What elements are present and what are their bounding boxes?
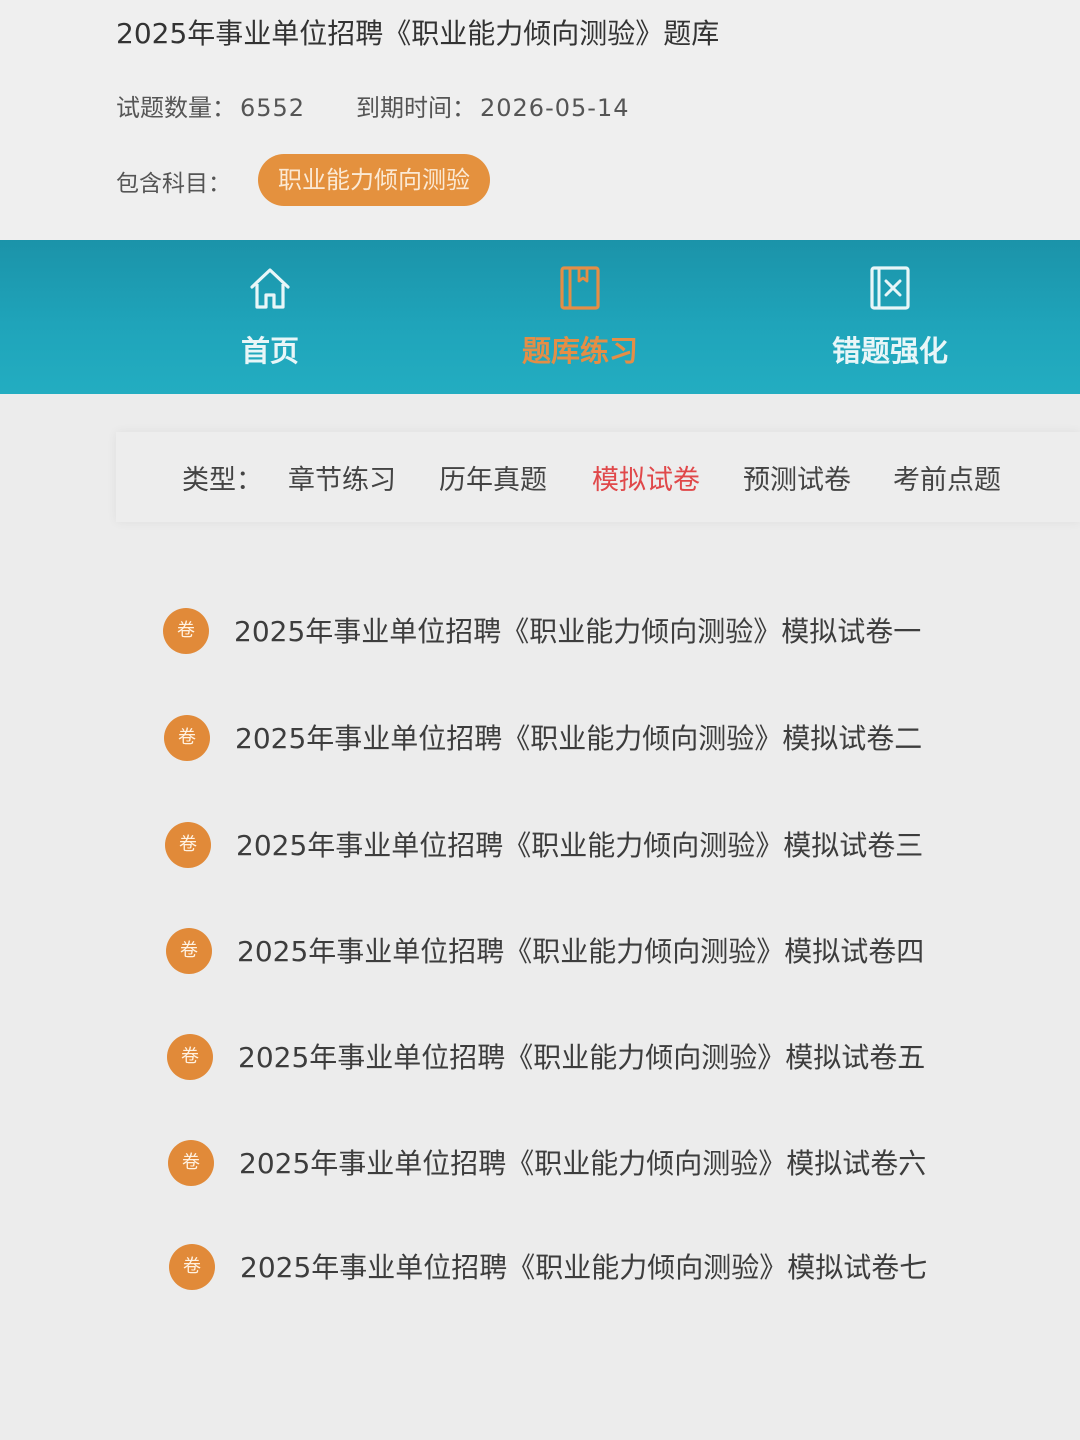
question-bank-info: 2025年事业单位招聘《职业能力倾向测验》题库 试题数量： 6552 到期时间： 2…	[0, 0, 1080, 240]
expire-date-value: 2026-05-14	[480, 94, 630, 122]
filter-predicted-papers[interactable]: 预测试卷	[743, 458, 851, 497]
paper-title: 2025年事业单位招聘《职业能力倾向测验》模拟试卷四	[237, 935, 925, 968]
paper-badge-icon: 卷	[166, 928, 212, 974]
expire-date: 到期时间： 2026-05-14	[356, 88, 629, 123]
list-item[interactable]: 卷 2025年事业单位招聘《职业能力倾向测验》模拟试卷三	[0, 814, 1080, 874]
type-filter-bar: 类型： 章节练习 历年真题 模拟试卷 预测试卷 考前点题	[116, 432, 1080, 522]
page-title: 2025年事业单位招聘《职业能力倾向测验》题库	[116, 17, 720, 50]
wrong-book-icon	[870, 266, 910, 310]
paper-badge-icon: 卷	[164, 715, 210, 761]
paper-title: 2025年事业单位招聘《职业能力倾向测验》模拟试卷六	[239, 1147, 927, 1180]
paper-badge-icon: 卷	[163, 608, 209, 654]
question-count: 试题数量： 6552	[116, 88, 305, 123]
main-nav: 首页 题库练习 错题强化	[0, 240, 1080, 394]
filter-pre-exam-tips[interactable]: 考前点题	[893, 458, 1001, 497]
type-filter-label: 类型：	[182, 465, 263, 496]
paper-title: 2025年事业单位招聘《职业能力倾向测验》模拟试卷五	[238, 1041, 926, 1074]
page: 2025年事业单位招聘《职业能力倾向测验》题库 试题数量： 6552 到期时间： 2…	[0, 0, 1080, 1440]
paper-badge-icon: 卷	[169, 1244, 215, 1290]
list-item[interactable]: 卷 2025年事业单位招聘《职业能力倾向测验》模拟试卷二	[0, 707, 1080, 767]
subject-label: 包含科目：	[116, 171, 231, 197]
nav-item-home[interactable]: 首页	[160, 240, 380, 394]
nav-item-question-bank[interactable]: 题库练习	[470, 240, 690, 394]
filter-chapter-practice[interactable]: 章节练习	[288, 458, 396, 497]
nav-item-label: 首页	[240, 334, 299, 368]
expire-date-label: 到期时间：	[356, 94, 476, 122]
home-icon	[250, 268, 290, 309]
list-item[interactable]: 卷 2025年事业单位招聘《职业能力倾向测验》模拟试卷四	[0, 920, 1080, 980]
list-item[interactable]: 卷 2025年事业单位招聘《职业能力倾向测验》模拟试卷一	[0, 600, 1080, 660]
paper-badge-icon: 卷	[165, 822, 211, 868]
paper-badge-icon: 卷	[168, 1140, 214, 1186]
paper-title: 2025年事业单位招聘《职业能力倾向测验》模拟试卷三	[236, 829, 924, 862]
list-item[interactable]: 卷 2025年事业单位招聘《职业能力倾向测验》模拟试卷六	[0, 1132, 1080, 1192]
question-count-value: 6552	[240, 94, 306, 122]
nav-item-label: 错题强化	[831, 334, 948, 368]
filter-mock-papers[interactable]: 模拟试卷	[592, 458, 700, 497]
paper-badge-icon: 卷	[167, 1034, 213, 1080]
nav-item-label: 题库练习	[521, 334, 638, 368]
paper-title: 2025年事业单位招聘《职业能力倾向测验》模拟试卷二	[235, 722, 923, 755]
list-item[interactable]: 卷 2025年事业单位招聘《职业能力倾向测验》模拟试卷五	[0, 1026, 1080, 1086]
paper-title: 2025年事业单位招聘《职业能力倾向测验》模拟试卷七	[240, 1251, 928, 1284]
book-icon	[560, 266, 600, 310]
filter-past-exams[interactable]: 历年真题	[439, 458, 547, 497]
nav-item-wrong-questions[interactable]: 错题强化	[780, 240, 1000, 394]
list-item[interactable]: 卷 2025年事业单位招聘《职业能力倾向测验》模拟试卷七	[0, 1236, 1080, 1296]
paper-title: 2025年事业单位招聘《职业能力倾向测验》模拟试卷一	[234, 615, 922, 648]
question-count-label: 试题数量：	[116, 94, 236, 122]
subject-tag[interactable]: 职业能力倾向测验	[258, 154, 490, 206]
